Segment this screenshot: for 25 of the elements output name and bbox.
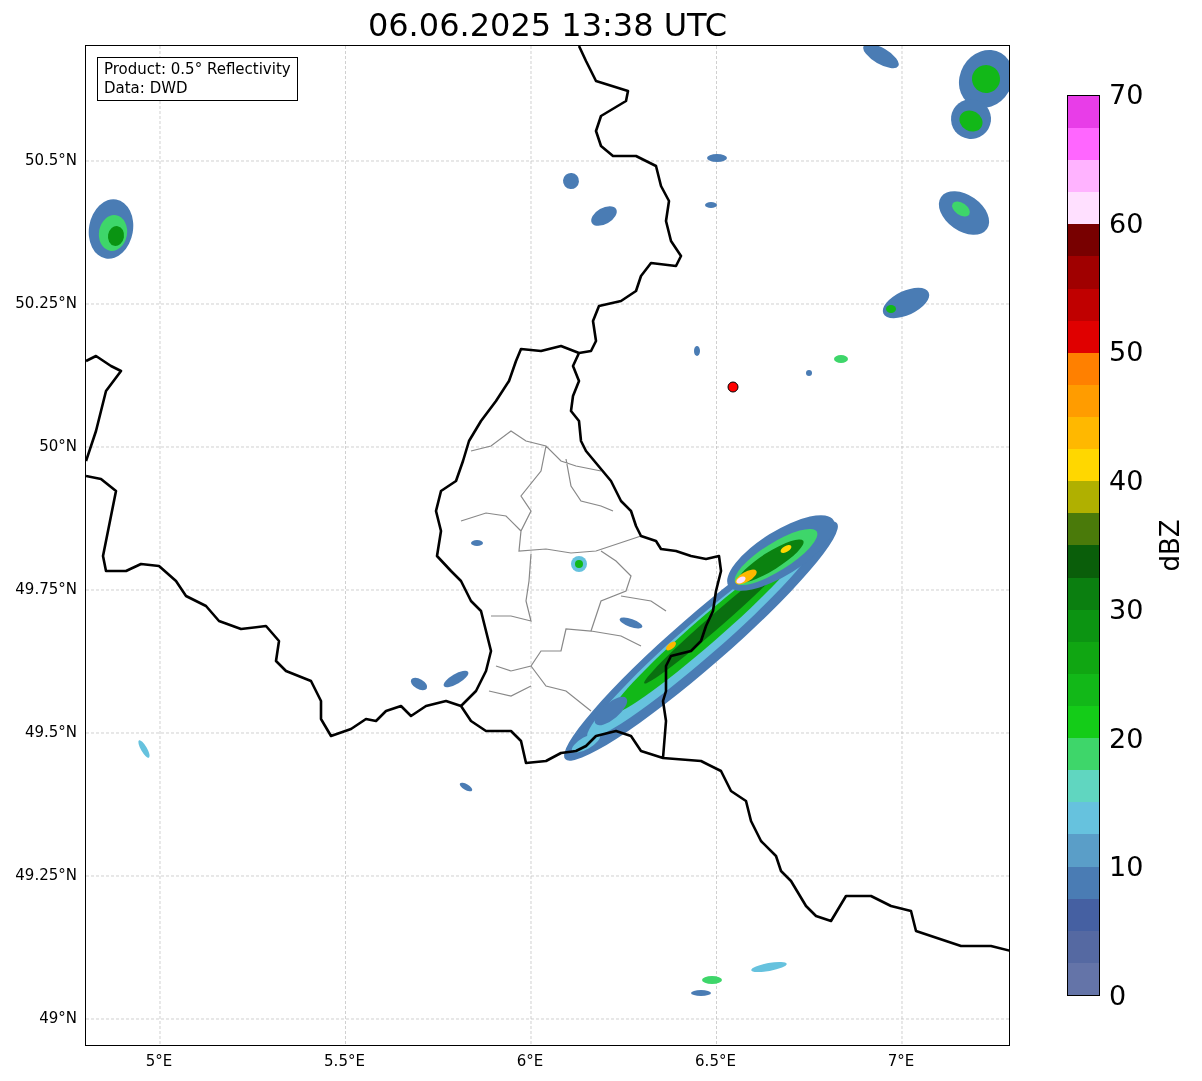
colorbar-tick-label: 60 <box>1109 208 1144 239</box>
colorbar-tick-label: 70 <box>1109 80 1144 110</box>
info-text: Data: DWD <box>104 79 189 98</box>
longitude-label: 5.5°E <box>324 1052 365 1070</box>
latitude-label: 50.5°N <box>24 151 77 169</box>
info-text: Product: 0.5° Reflectivity <box>104 60 291 79</box>
longitude-label: 6.5°E <box>695 1052 736 1070</box>
latitude-label: 49.25°N <box>15 866 77 884</box>
colorbar-tick-label: 0 <box>1109 981 1127 1011</box>
location-marker <box>727 381 739 393</box>
latitude-label: 50°N <box>39 437 77 455</box>
latitude-label: 50.25°N <box>15 294 77 312</box>
chart-title: 06.06.2025 13:38 UTC <box>367 5 728 45</box>
longitude-label: 7°E <box>887 1052 915 1070</box>
colorbar-tick-label: 10 <box>1109 852 1144 883</box>
colorbar-tick-label: 20 <box>1109 723 1144 754</box>
colorbar-tick-label: 50 <box>1109 337 1144 368</box>
latitude-label: 49°N <box>39 1009 77 1027</box>
colorbar-tick-label: 40 <box>1109 466 1144 497</box>
latitude-label: 49.75°N <box>15 580 77 598</box>
latitude-label: 49.5°N <box>24 723 77 741</box>
colorbar-label: dBZ <box>1153 519 1186 572</box>
longitude-label: 5°E <box>145 1052 173 1070</box>
longitude-label: 6°E <box>516 1052 544 1070</box>
colorbar-tick-label: 30 <box>1109 594 1144 625</box>
